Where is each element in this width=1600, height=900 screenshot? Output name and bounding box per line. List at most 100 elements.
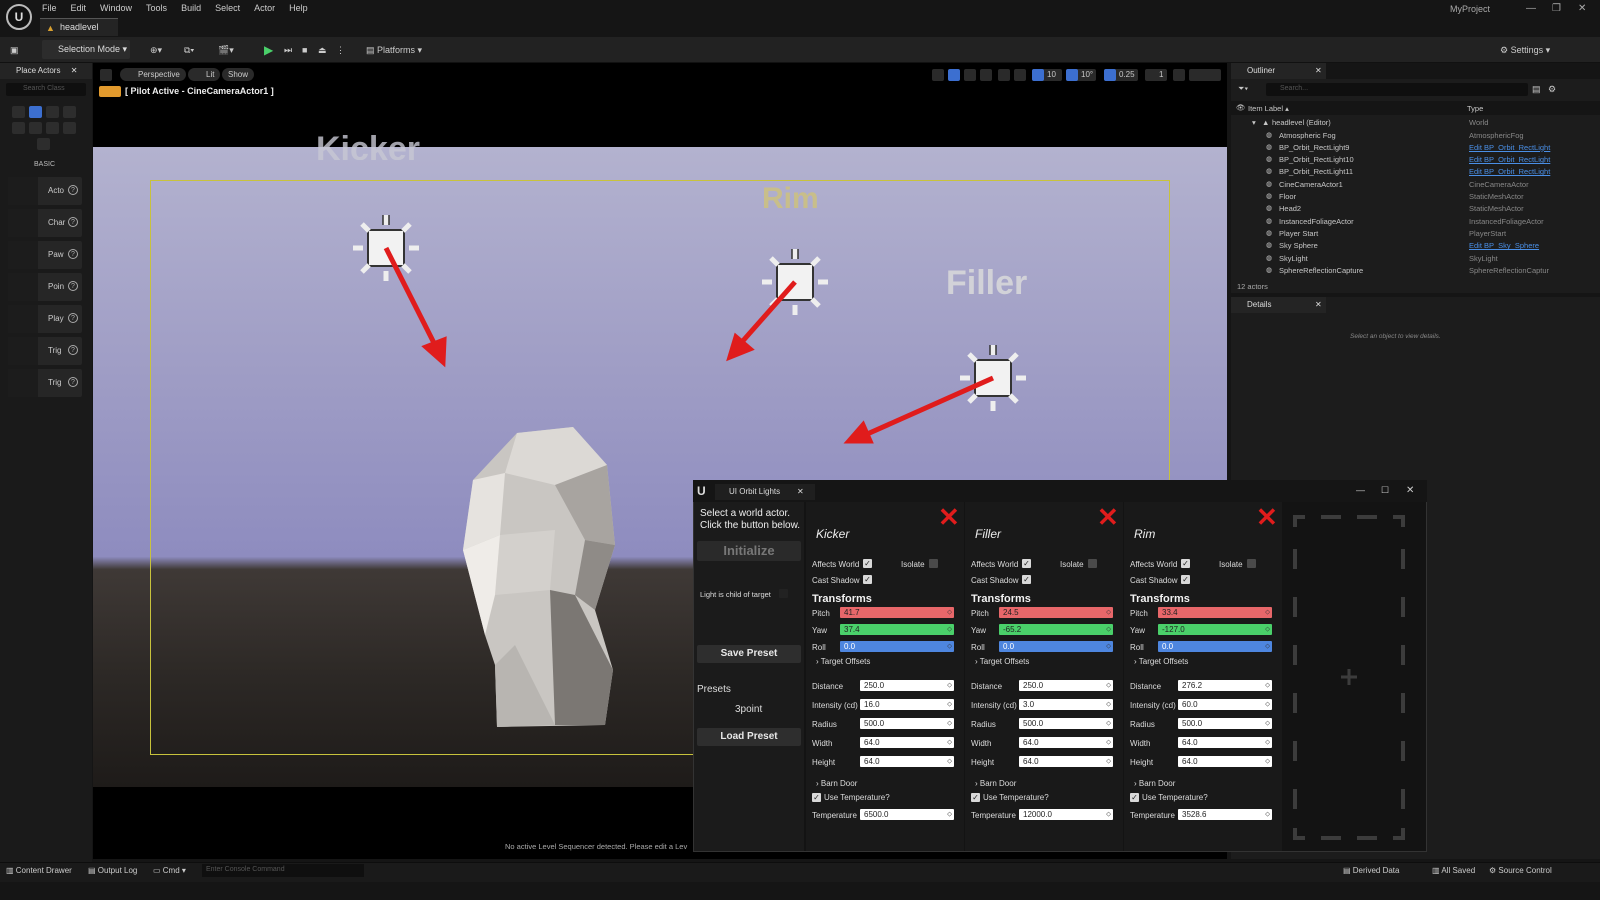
item-label-column[interactable]: Item Label ▴ — [1248, 104, 1289, 113]
yaw-field[interactable]: -65.2 ⬦ — [999, 624, 1113, 635]
basic-icon[interactable] — [29, 106, 42, 118]
spin-arrows-icon[interactable]: ⬦ — [1106, 607, 1111, 618]
spin-arrows-icon[interactable]: ⬦ — [1106, 756, 1111, 767]
spin-arrows-icon[interactable]: ⬦ — [1265, 624, 1270, 635]
yaw-field[interactable]: -127.0 ⬦ — [1158, 624, 1272, 635]
rotate-tool-icon[interactable] — [964, 69, 976, 81]
trigger-sphere-item[interactable]: Trig? — [8, 369, 82, 397]
step-icon[interactable]: ⏭ — [284, 41, 292, 59]
cmd-dropdown[interactable]: ▭ Cmd ▾ — [153, 866, 186, 875]
outliner-row[interactable]: ◍ SphereReflectionCapture SphereReflection… — [1231, 265, 1600, 277]
lights-icon[interactable] — [46, 106, 59, 118]
use-temperature-checkbox[interactable]: ✓ — [812, 793, 821, 802]
help-icon[interactable]: ? — [68, 185, 78, 195]
platforms-dropdown[interactable]: ▤ Platforms ▾ — [366, 41, 422, 59]
help-icon[interactable]: ? — [68, 313, 78, 323]
pitch-field[interactable]: 33.4 ⬦ — [1158, 607, 1272, 618]
eject-icon[interactable]: ⏏ — [318, 41, 327, 59]
trigger-box-item[interactable]: Trig? — [8, 337, 82, 365]
outliner-search-input[interactable]: Search... — [1266, 83, 1528, 96]
roll-field[interactable]: 0.0 ⬦ — [1158, 641, 1272, 652]
close-tab-icon[interactable]: ✕ — [71, 66, 78, 75]
console-input[interactable]: Enter Console Command — [202, 864, 364, 877]
unreal-logo-icon[interactable]: U — [6, 4, 32, 30]
all-saved-button[interactable]: ▥ All Saved — [1432, 866, 1475, 875]
remove-light-icon[interactable]: ✕ — [1097, 504, 1119, 530]
camera-speed-button[interactable]: 1 — [1145, 69, 1167, 81]
height-field[interactable]: 64.0 ⬦ — [1178, 756, 1272, 767]
affects-world-checkbox[interactable]: ✓ — [863, 559, 872, 568]
spin-arrows-icon[interactable]: ⬦ — [1106, 680, 1111, 691]
search-class-input[interactable]: Search Class — [6, 83, 86, 96]
play-icon[interactable]: ▶ — [264, 41, 273, 59]
menu-tools[interactable]: Tools — [146, 3, 167, 13]
pitch-field[interactable]: 41.7 ⬦ — [840, 607, 954, 618]
settings-button[interactable]: ⚙ Settings ▾ — [1500, 41, 1550, 59]
add-actor-icon[interactable]: ⊕▾ — [150, 41, 162, 59]
outliner-row-root[interactable]: ▾ ▲ headlevel (Editor) World — [1231, 117, 1600, 129]
selection-mode-dropdown[interactable]: Selection Mode ▾ — [42, 40, 130, 59]
menu-actor[interactable]: Actor — [254, 3, 275, 13]
viewport-menu-icon[interactable] — [100, 69, 112, 81]
affects-world-checkbox[interactable]: ✓ — [1022, 559, 1031, 568]
cinematics-icon[interactable]: 🎬▾ — [218, 41, 234, 59]
menu-window[interactable]: Window — [100, 3, 132, 13]
temperature-field[interactable]: 12000.0 ⬦ — [1019, 809, 1113, 820]
width-field[interactable]: 64.0 ⬦ — [860, 737, 954, 748]
menu-build[interactable]: Build — [181, 3, 201, 13]
row-type[interactable]: Edit BP_Orbit_RectLight — [1469, 155, 1550, 164]
yaw-field[interactable]: 37.4 ⬦ — [840, 624, 954, 635]
radius-field[interactable]: 500.0 ⬦ — [1019, 718, 1113, 729]
cast-shadow-checkbox[interactable]: ✓ — [863, 575, 872, 584]
use-temperature-checkbox[interactable]: ✓ — [1130, 793, 1139, 802]
remove-light-icon[interactable]: ✕ — [1256, 504, 1278, 530]
more-icon[interactable]: ⋮ — [336, 41, 345, 59]
derived-data-button[interactable]: ▤ Derived Data — [1343, 866, 1399, 875]
width-field[interactable]: 64.0 ⬦ — [1178, 737, 1272, 748]
spin-arrows-icon[interactable]: ⬦ — [1265, 756, 1270, 767]
outliner-row[interactable]: ◍ Floor StaticMeshActor — [1231, 191, 1600, 203]
stop-icon[interactable]: ■ — [302, 41, 307, 59]
source-control-button[interactable]: ⚙ Source Control — [1489, 866, 1552, 875]
spin-arrows-icon[interactable]: ⬦ — [1106, 699, 1111, 710]
character-item[interactable]: Char? — [8, 209, 82, 237]
filter-icon[interactable]: ⏷▾ — [1238, 84, 1248, 94]
help-icon[interactable]: ? — [68, 377, 78, 387]
layout-dropdown[interactable] — [1189, 69, 1221, 81]
add-light-dropzone[interactable] — [1293, 515, 1405, 840]
point-light-item[interactable]: Poin? — [8, 273, 82, 301]
scale-snap-toggle[interactable]: 0.25 — [1104, 69, 1138, 81]
outliner-row[interactable]: ◍ CineCameraActor1 CineCameraActor — [1231, 179, 1600, 191]
barn-door-toggle[interactable]: › Barn Door — [975, 779, 1016, 788]
child-of-target-checkbox[interactable] — [779, 589, 788, 598]
close-icon[interactable]: ✕ — [1578, 3, 1586, 14]
translate-tool-icon[interactable] — [948, 69, 960, 81]
use-temperature-checkbox[interactable]: ✓ — [971, 793, 980, 802]
menu-edit[interactable]: Edit — [71, 3, 87, 13]
help-icon[interactable]: ? — [68, 249, 78, 259]
roll-field[interactable]: 0.0 ⬦ — [999, 641, 1113, 652]
spin-arrows-icon[interactable]: ⬦ — [947, 737, 952, 748]
spin-arrows-icon[interactable]: ⬦ — [1106, 737, 1111, 748]
window-minimize-icon[interactable]: — — [1356, 485, 1365, 495]
spin-arrows-icon[interactable]: ⬦ — [1106, 809, 1111, 820]
spin-arrows-icon[interactable]: ⬦ — [947, 699, 952, 710]
row-type[interactable]: Edit BP_Orbit_RectLight — [1469, 167, 1550, 176]
details-tab[interactable]: Details ✕ — [1231, 297, 1326, 313]
outliner-row[interactable]: ◍ Sky Sphere Edit BP_Sky_Sphere — [1231, 240, 1600, 252]
spin-arrows-icon[interactable]: ⬦ — [1106, 641, 1111, 652]
visibility-icon[interactable]: 👁 — [1236, 103, 1246, 112]
help-icon[interactable]: ? — [68, 281, 78, 291]
target-offsets-toggle[interactable]: › Target Offsets — [1134, 657, 1188, 666]
spin-arrows-icon[interactable]: ⬦ — [947, 680, 952, 691]
spin-arrows-icon[interactable]: ⬦ — [947, 756, 952, 767]
visual-effects-icon[interactable] — [12, 122, 25, 134]
outliner-row[interactable]: ◍ BP_Orbit_RectLight10 Edit BP_Orbit_RectL… — [1231, 154, 1600, 166]
intensity-field[interactable]: 60.0 ⬦ — [1178, 699, 1272, 710]
save-icon[interactable]: ▣ — [10, 41, 19, 59]
cast-shadow-checkbox[interactable]: ✓ — [1181, 575, 1190, 584]
height-field[interactable]: 64.0 ⬦ — [860, 756, 954, 767]
intensity-field[interactable]: 16.0 ⬦ — [860, 699, 954, 710]
grid-snap-toggle[interactable]: 10 — [1032, 69, 1062, 81]
lit-button[interactable]: Lit — [188, 68, 221, 81]
